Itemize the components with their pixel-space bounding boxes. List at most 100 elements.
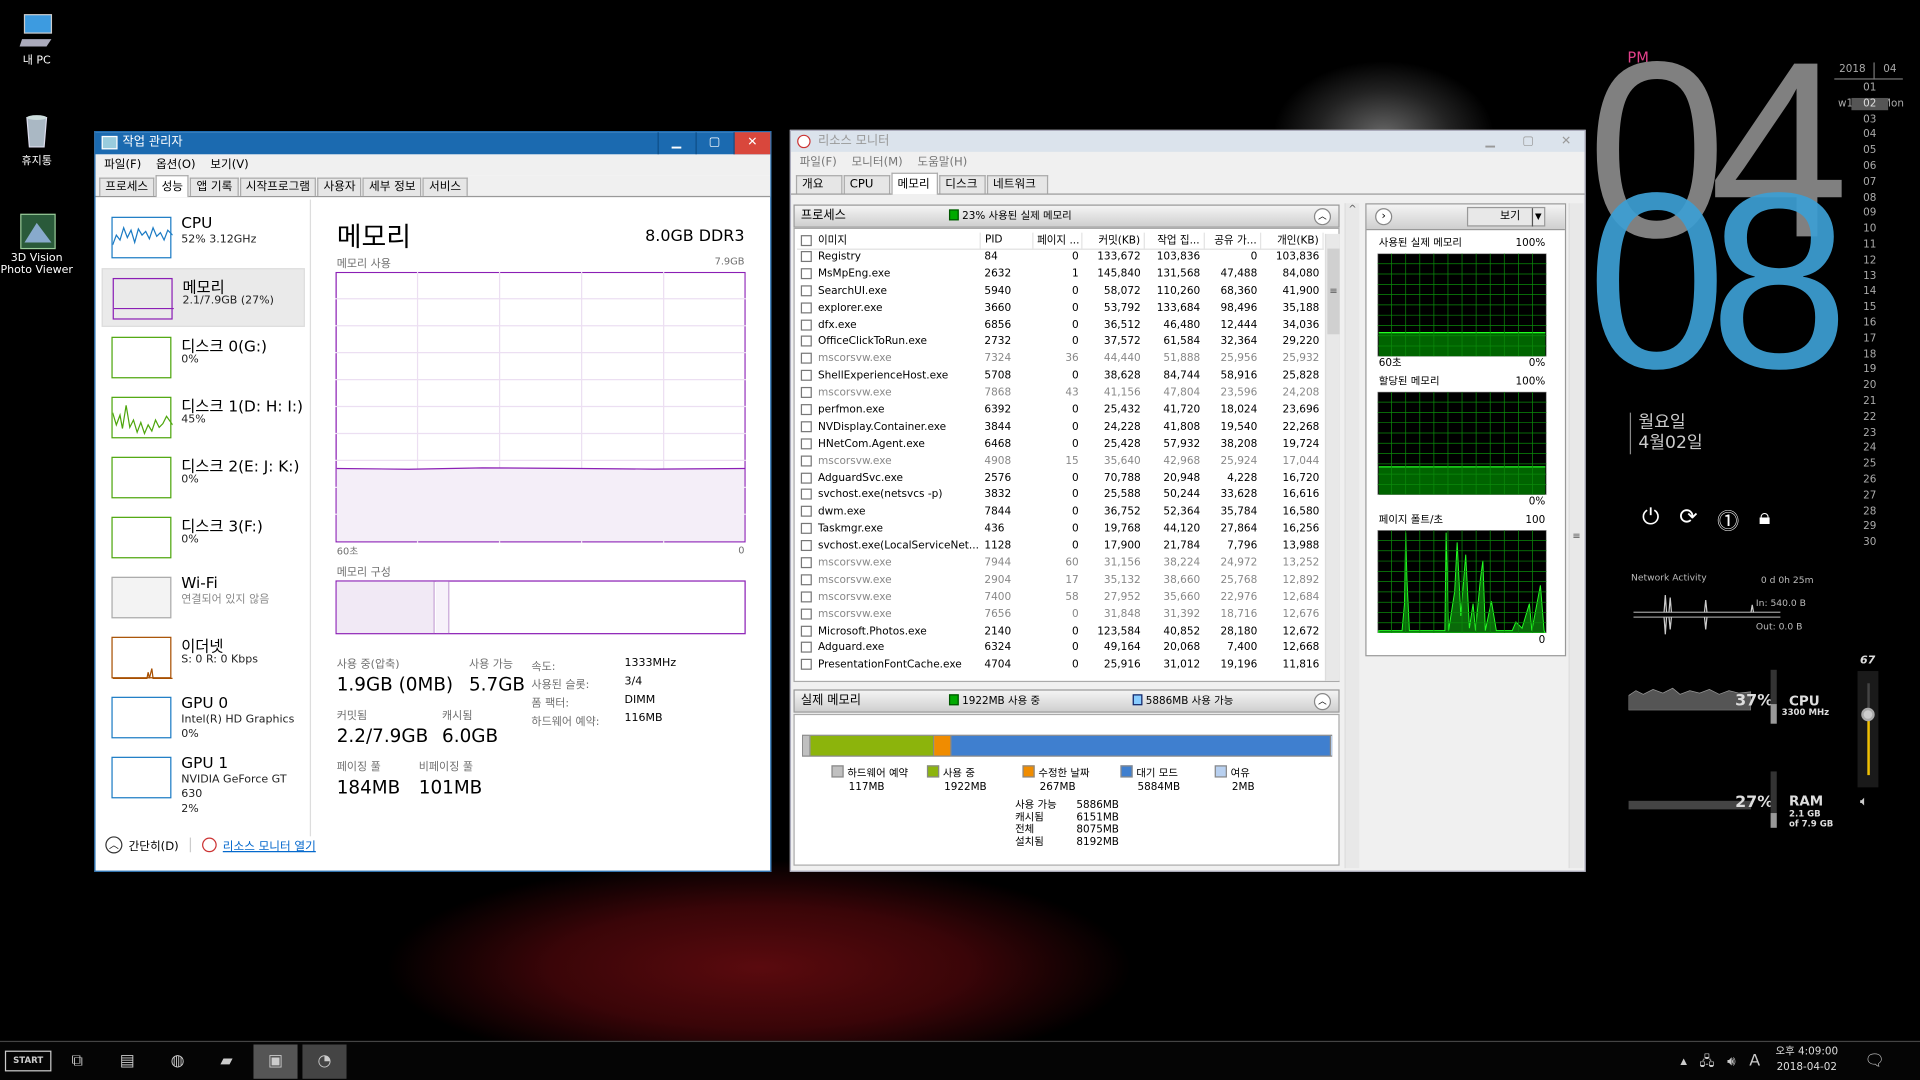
tab-1[interactable]: CPU — [843, 175, 891, 194]
start-button[interactable]: START — [4, 1050, 52, 1072]
desktop-icon-3d-vision[interactable]: 3D Vision Photo Viewer — [0, 211, 73, 277]
collapse-icon[interactable]: ︿ — [1313, 208, 1332, 226]
chevron-right-icon[interactable]: › — [1375, 208, 1393, 226]
scrollbar-thumb[interactable]: ≡ — [1327, 248, 1340, 335]
row-checkbox[interactable] — [800, 574, 812, 586]
minimize-button[interactable]: ▁ — [657, 132, 695, 155]
sidebar-item-9[interactable]: GPU 1 NVIDIA GeForce GT 630 2% — [102, 748, 305, 816]
row-checkbox[interactable] — [800, 472, 812, 484]
title-bar[interactable]: 작업 관리자 ▁ ▢ ✕ — [95, 132, 771, 155]
table-row[interactable]: Taskmgr.exe 436 0 19,768 44,120 27,864 16,256 — [797, 521, 1323, 538]
shutdown-icon[interactable]: ⓵ — [1717, 504, 1739, 536]
close-button[interactable]: ✕ — [733, 132, 771, 155]
menu-help[interactable]: 도움말(H) — [917, 152, 967, 173]
sidebar-item-1[interactable]: 메모리 2.1/7.9GB (27%) — [101, 268, 305, 327]
tab-5[interactable]: 세부 정보 — [362, 177, 422, 196]
volume-tray-icon[interactable]: 🔊︎ — [1719, 1044, 1743, 1078]
tab-4[interactable]: 네트워크 — [986, 175, 1049, 194]
table-row[interactable]: dwm.exe 7844 0 36,752 52,364 35,784 16,580 — [797, 504, 1323, 521]
chevron-up-icon[interactable]: ︿ — [105, 836, 123, 854]
column-header-5[interactable]: 공유 가... — [1203, 232, 1262, 250]
table-row[interactable]: svchost.exe(netsvcs -p) 3832 0 25,588 50,244… — [797, 487, 1323, 504]
row-checkbox[interactable] — [800, 352, 812, 365]
row-checkbox[interactable] — [800, 642, 812, 654]
sidebar-item-3[interactable]: 디스크 1(D: H: I:) 45% — [102, 388, 305, 447]
physical-memory-section-header[interactable]: 실제 메모리 1922MB 사용 중 5886MB 사용 가능 ︿ — [793, 689, 1340, 713]
table-row[interactable]: Adguard.exe 6324 0 49,164 20,068 7,400 12,668 — [797, 640, 1323, 657]
row-checkbox[interactable] — [800, 608, 812, 620]
restart-icon[interactable]: ⟳ — [1679, 504, 1697, 536]
sidebar-item-6[interactable]: Wi-Fi 연결되어 있지 않음 — [102, 568, 305, 627]
memory-segment-0[interactable] — [803, 735, 811, 756]
table-row[interactable]: SearchUI.exe 5940 0 58,072 110,260 68,360 41,9… — [797, 283, 1323, 300]
maximize-button[interactable]: ▢ — [1510, 131, 1547, 153]
tray-overflow-icon[interactable]: ▲ — [1675, 1044, 1692, 1078]
column-header-3[interactable]: 커밋(KB) — [1082, 232, 1146, 250]
row-checkbox[interactable] — [800, 523, 812, 535]
power-icon[interactable]: ⏻ — [1642, 504, 1659, 536]
table-row[interactable]: NVDisplay.Container.exe 3844 0 24,228 41,808… — [797, 419, 1323, 436]
volume-slider[interactable] — [1857, 671, 1879, 788]
taskbar-resource-monitor[interactable]: ◔ — [302, 1044, 347, 1079]
row-checkbox[interactable] — [800, 404, 812, 416]
row-checkbox[interactable] — [800, 506, 812, 518]
table-row[interactable]: OfficeClickToRun.exe 2732 0 37,572 61,584 32,… — [797, 334, 1323, 351]
ime-indicator[interactable]: A — [1744, 1044, 1766, 1078]
row-checkbox[interactable] — [800, 318, 812, 331]
table-row[interactable]: mscorsvw.exe 2904 17 35,132 38,660 25,768 12,8… — [797, 572, 1323, 589]
processes-section-header[interactable]: 프로세스 23% 사용된 실제 메모리 ︿ — [793, 204, 1340, 228]
sidebar-item-2[interactable]: 디스크 0(G:) 0% — [102, 328, 305, 387]
memory-segment-3[interactable] — [951, 735, 1331, 756]
process-list-scrollbar[interactable]: ≡ — [1324, 233, 1340, 681]
sidebar-item-4[interactable]: 디스크 2(E: J: K:) 0% — [102, 448, 305, 507]
task-view-icon[interactable]: ⧉ — [55, 1044, 99, 1078]
row-checkbox[interactable] — [800, 267, 812, 279]
menu-monitor[interactable]: 모니터(M) — [851, 152, 902, 173]
table-row[interactable]: mscorsvw.exe 4908 15 35,640 42,968 25,924 17,0… — [797, 453, 1323, 470]
minimize-button[interactable]: ▁ — [1472, 131, 1509, 153]
row-checkbox[interactable] — [800, 335, 812, 348]
table-row[interactable]: mscorsvw.exe 7324 36 44,440 51,888 25,956 25,9… — [797, 351, 1323, 368]
table-row[interactable]: mscorsvw.exe 7868 43 41,156 47,804 23,596 24,2… — [797, 385, 1323, 402]
network-tray-icon[interactable]: 🖧︎ — [1695, 1044, 1719, 1078]
table-row[interactable]: Registry 84 0 133,672 103,836 0 103,836 — [797, 249, 1323, 266]
row-checkbox[interactable] — [800, 387, 812, 399]
tab-6[interactable]: 서비스 — [422, 177, 468, 196]
graph-panel-scrollbar[interactable]: ≡ — [1568, 203, 1584, 869]
column-header-4[interactable]: 작업 집... — [1144, 232, 1205, 250]
memory-segment-1[interactable] — [810, 735, 935, 756]
file-explorer-icon[interactable]: ▰ — [204, 1044, 248, 1078]
browser-globe-icon[interactable]: ◍ — [156, 1044, 200, 1078]
volume-handle[interactable] — [1861, 707, 1875, 722]
speaker-icon[interactable]: 🔈︎ — [1860, 793, 1868, 810]
select-all-checkbox[interactable] — [800, 235, 812, 247]
table-row[interactable]: Microsoft.Photos.exe 2140 0 123,584 40,852 28… — [797, 623, 1323, 640]
lock-icon[interactable]: 🔒︎ — [1759, 504, 1771, 536]
menu-file[interactable]: 파일(F) — [104, 154, 141, 175]
table-row[interactable]: perfmon.exe 6392 0 25,432 41,720 18,024 23,696 — [797, 402, 1323, 419]
table-row[interactable]: svchost.exe(LocalServiceNet... 1128 0 17,90… — [797, 538, 1323, 555]
row-checkbox[interactable] — [800, 370, 812, 382]
taskbar-clock[interactable]: 오후 4:09:00 2018-04-02 — [1776, 1044, 1839, 1076]
collapse-icon[interactable]: ︿ — [1313, 693, 1332, 711]
tab-0[interactable]: 프로세스 — [99, 177, 155, 196]
notifications-icon[interactable]: 🗨︎ — [1859, 1044, 1891, 1078]
table-row[interactable]: ShellExperienceHost.exe 5708 0 38,628 84,744… — [797, 368, 1323, 385]
desktop-icon-recycle-bin[interactable]: 휴지통 — [0, 110, 73, 168]
left-pane-scrollbar[interactable]: ^ — [1344, 203, 1360, 869]
sidebar-item-5[interactable]: 디스크 3(F:) 0% — [102, 508, 305, 567]
memory-segment-2[interactable] — [934, 735, 952, 756]
sidebar-item-8[interactable]: GPU 0 Intel(R) HD Graphics 0% — [102, 688, 305, 747]
tab-3[interactable]: 시작프로그램 — [239, 177, 317, 196]
row-checkbox[interactable] — [800, 251, 812, 263]
table-row[interactable]: mscorsvw.exe 7944 60 31,156 38,224 24,972 13,2… — [797, 555, 1323, 572]
close-button[interactable]: ✕ — [1548, 131, 1585, 153]
maximize-button[interactable]: ▢ — [695, 132, 733, 155]
title-bar[interactable]: 리소스 모니터 ▁ ▢ ✕ — [791, 131, 1585, 153]
tab-1[interactable]: 성능 — [155, 175, 190, 198]
sidebar-item-0[interactable]: CPU 52% 3.12GHz — [102, 208, 305, 267]
tab-2[interactable]: 앱 기록 — [190, 177, 239, 196]
sidebar-item-7[interactable]: 이더넷 S: 0 R: 0 Kbps — [102, 628, 305, 687]
table-row[interactable]: MsMpEng.exe 2632 1 145,840 131,568 47,488 84,0… — [797, 266, 1323, 283]
table-row[interactable]: dfx.exe 6856 0 36,512 46,480 12,444 34,036 — [797, 317, 1323, 334]
